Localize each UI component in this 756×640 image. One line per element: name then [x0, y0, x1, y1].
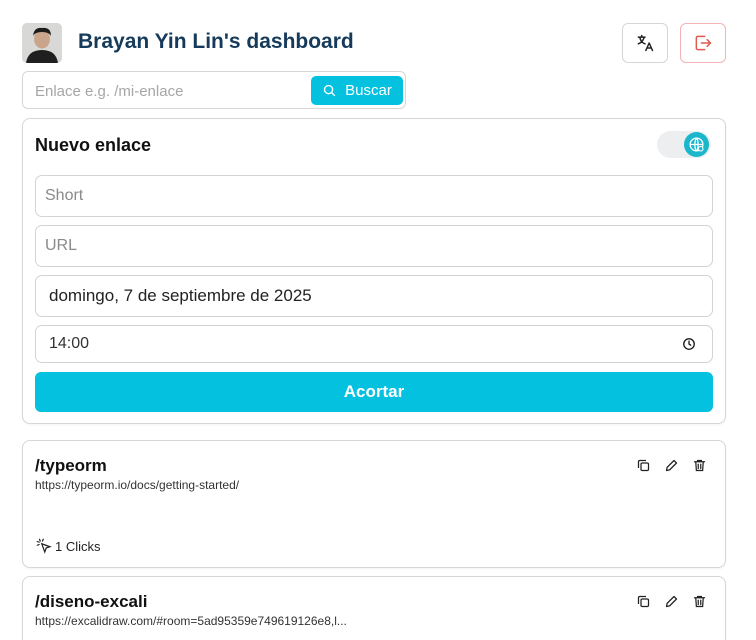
- clock-icon[interactable]: [682, 337, 696, 351]
- translate-button[interactable]: [622, 23, 668, 63]
- toggle-knob: [684, 132, 709, 157]
- pencil-icon: [665, 595, 678, 608]
- form-title: Nuevo enlace: [35, 135, 152, 155]
- dashboard-title: Brayan Yin Lin's dashboard: [78, 30, 354, 53]
- copy-icon: [637, 595, 650, 608]
- shorten-button[interactable]: Acortar: [35, 372, 713, 412]
- link-card: /diseno-excali https://excalidraw.com/#r…: [22, 576, 726, 640]
- globe-icon: [689, 137, 704, 152]
- search-input[interactable]: [35, 81, 305, 101]
- link-card: /typeorm https://typeorm.io/docs/getting…: [22, 440, 726, 568]
- click-count: 1 Clicks: [35, 537, 101, 555]
- delete-button[interactable]: [691, 457, 708, 474]
- search-icon: [323, 84, 336, 97]
- search-button[interactable]: Buscar: [311, 76, 403, 105]
- avatar[interactable]: [22, 23, 62, 63]
- copy-button[interactable]: [635, 457, 652, 474]
- date-picker[interactable]: domingo, 7 de septiembre de 2025: [35, 275, 713, 317]
- public-toggle[interactable]: [657, 131, 711, 158]
- pencil-icon: [665, 459, 678, 472]
- click-icon: [36, 538, 52, 554]
- click-count-label: 1 Clicks: [55, 538, 101, 554]
- link-short[interactable]: /typeorm: [35, 456, 107, 476]
- url-input[interactable]: [35, 225, 713, 267]
- link-url[interactable]: https://excalidraw.com/#room=5ad95359e74…: [35, 614, 347, 628]
- logout-button[interactable]: [680, 23, 726, 63]
- link-url[interactable]: https://typeorm.io/docs/getting-started/: [35, 478, 239, 492]
- search-bar: Buscar: [22, 71, 406, 109]
- logout-icon: [695, 35, 712, 51]
- time-value: 14:00: [49, 335, 90, 352]
- copy-icon: [637, 459, 650, 472]
- trash-icon: [693, 595, 706, 608]
- new-link-form: Nuevo enlace domingo, 7 de septiembre de…: [22, 118, 726, 424]
- edit-button[interactable]: [663, 457, 680, 474]
- copy-button[interactable]: [635, 593, 652, 610]
- link-short[interactable]: /diseno-excali: [35, 592, 147, 612]
- short-input[interactable]: [35, 175, 713, 217]
- time-input[interactable]: 14:00: [35, 325, 713, 363]
- translate-icon: [637, 34, 654, 52]
- user-avatar-image: [22, 23, 62, 63]
- delete-button[interactable]: [691, 593, 708, 610]
- date-value: domingo, 7 de septiembre de 2025: [49, 286, 312, 305]
- link-actions: [635, 457, 708, 474]
- edit-button[interactable]: [663, 593, 680, 610]
- link-actions: [635, 593, 708, 610]
- trash-icon: [693, 459, 706, 472]
- search-button-label: Buscar: [345, 82, 392, 99]
- header: Brayan Yin Lin's dashboard: [22, 22, 726, 64]
